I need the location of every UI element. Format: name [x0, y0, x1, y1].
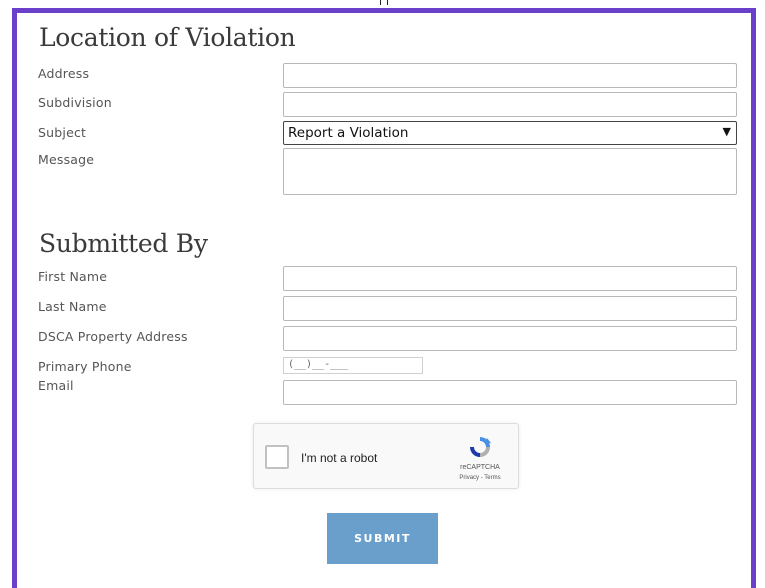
- first-name-label: First Name: [38, 269, 108, 284]
- email-input[interactable]: [283, 380, 737, 405]
- recaptcha-logo-icon: [470, 437, 491, 457]
- recaptcha-brand: reCAPTCHA: [460, 464, 500, 471]
- subdivision-input[interactable]: [283, 92, 737, 117]
- message-textarea[interactable]: [283, 148, 737, 195]
- address-input[interactable]: [283, 63, 737, 88]
- location-section-title: Location of Violation: [39, 23, 296, 52]
- property-address-label: DSCA Property Address: [38, 329, 188, 344]
- recaptcha-links[interactable]: Privacy - Terms: [446, 475, 514, 481]
- form-container: Location of Violation Address Subdivisio…: [12, 8, 756, 588]
- subject-label: Subject: [38, 125, 87, 140]
- first-name-input[interactable]: [283, 266, 737, 291]
- address-label: Address: [38, 66, 90, 81]
- email-label: Email: [38, 378, 74, 393]
- last-name-input[interactable]: [283, 296, 737, 321]
- recaptcha-checkbox[interactable]: [265, 445, 289, 469]
- property-address-input[interactable]: [283, 326, 737, 351]
- recaptcha-text: I'm not a robot: [301, 451, 378, 465]
- primary-phone-label: Primary Phone: [38, 359, 132, 374]
- recaptcha-widget: I'm not a robot reCAPTCHA Privacy - Term…: [253, 423, 519, 489]
- top-notch: [380, 0, 388, 5]
- last-name-label: Last Name: [38, 299, 107, 314]
- message-label: Message: [38, 152, 95, 167]
- submitted-section-title: Submitted By: [39, 229, 208, 258]
- subject-selected-value: Report a Violation: [288, 125, 409, 141]
- subject-select[interactable]: Report a Violation ▼: [283, 121, 737, 145]
- subdivision-label: Subdivision: [38, 95, 112, 110]
- submit-button[interactable]: SUBMIT: [327, 513, 438, 564]
- chevron-down-icon: ▼: [722, 125, 731, 138]
- primary-phone-input[interactable]: (__)__-___: [283, 357, 423, 374]
